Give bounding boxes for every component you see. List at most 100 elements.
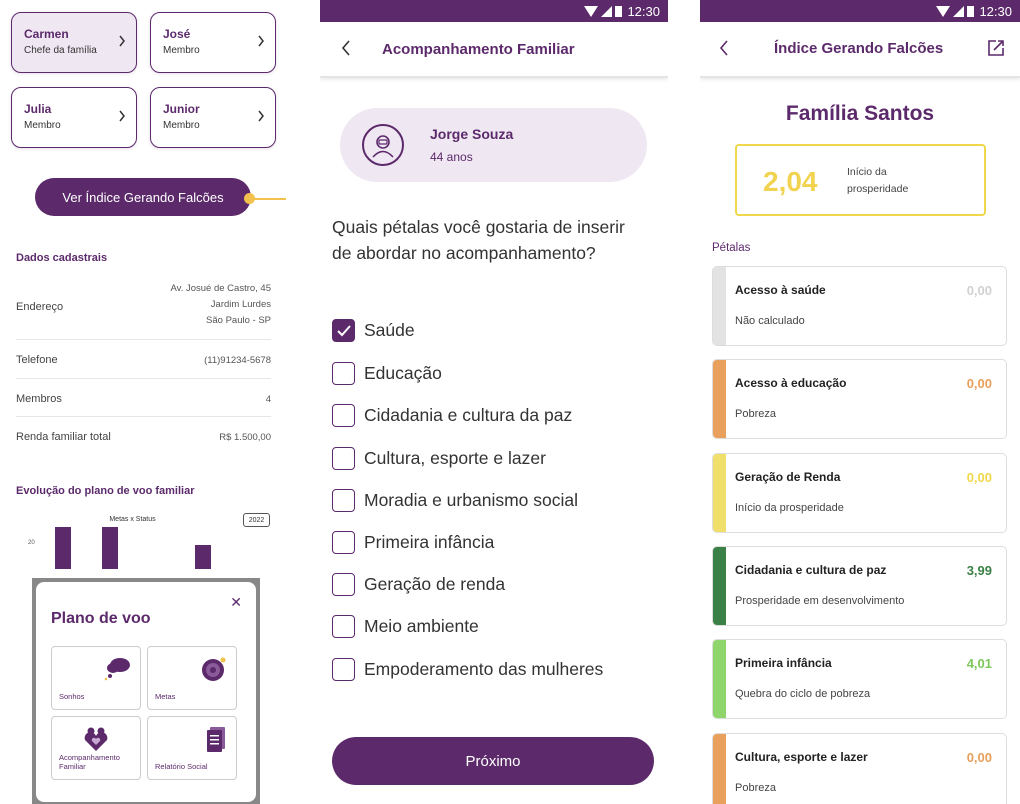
checkbox[interactable] <box>332 489 355 512</box>
app-bar: Acompanhamento Familiar <box>320 22 668 78</box>
petal-strip <box>713 547 726 625</box>
chevron-right-icon <box>258 35 264 47</box>
profile-card: Jorge Souza 44 anos <box>340 108 647 182</box>
next-button[interactable]: Próximo <box>332 737 654 785</box>
member-name: Julia <box>24 102 52 116</box>
chart-title: Metas x Status <box>109 516 156 523</box>
petal-card[interactable]: Cidadania e cultura de paz 3,99 Prosperi… <box>712 546 1007 626</box>
checkbox[interactable] <box>332 362 355 385</box>
petal-value: 0,00 <box>966 376 992 391</box>
member-card-carmen[interactable]: Carmen Chefe da família <box>11 12 137 73</box>
app-bar: Índice Gerando Falcões <box>700 22 1020 78</box>
option-geracao-renda[interactable]: Geração de renda <box>332 573 505 596</box>
renda-label: Renda familiar total <box>16 431 111 443</box>
petal-card[interactable]: Acesso à saúde 0,00 Não calculado <box>712 266 1007 346</box>
petal-status: Prosperidade em desenvolvimento <box>735 595 905 607</box>
option-moradia[interactable]: Moradia e urbanismo social <box>332 489 578 512</box>
renda-value: R$ 1.500,00 <box>219 432 271 443</box>
status-icons <box>936 5 975 17</box>
member-role: Membro <box>24 120 61 131</box>
chevron-left-icon <box>341 40 350 56</box>
tile-label: Relatório Social <box>155 762 208 771</box>
tile-label: Acompanhamento Familiar <box>59 753 120 771</box>
chart-bar <box>102 527 118 569</box>
index-label: Início da prosperidade <box>847 166 909 195</box>
endereco-line2: Jardim Lurdes <box>210 299 271 310</box>
family-name: Família Santos <box>785 102 935 125</box>
chart-bar <box>55 527 71 569</box>
option-saude[interactable]: Saúde <box>332 319 415 342</box>
member-role: Membro <box>163 45 200 56</box>
option-label: Educação <box>364 363 442 383</box>
member-role: Membro <box>163 120 200 131</box>
signal-icon <box>953 5 965 17</box>
renda-row: Renda familiar total R$ 1.500,00 <box>16 417 271 457</box>
status-icons <box>584 5 623 17</box>
option-cidadania[interactable]: Cidadania e cultura da paz <box>332 404 572 427</box>
petal-status: Pobreza <box>735 782 776 794</box>
option-label: Geração de renda <box>364 574 506 594</box>
checkbox[interactable] <box>332 531 355 554</box>
member-card-jose[interactable]: José Membro <box>150 12 276 73</box>
ver-indice-button[interactable]: Ver Índice Gerando Falcões <box>35 178 251 216</box>
petal-title: Cidadania e cultura de paz <box>735 563 887 577</box>
member-role: Chefe da família <box>24 45 97 56</box>
petal-card[interactable]: Primeira infância 4,01 Quebra do ciclo d… <box>712 639 1007 719</box>
signal-icon <box>601 5 613 17</box>
checkbox[interactable] <box>332 404 355 427</box>
member-name: José <box>163 27 191 41</box>
membros-value: 4 <box>265 394 271 405</box>
petalas-label: Pétalas <box>712 242 751 254</box>
sheet-title: Plano de voo <box>51 610 151 627</box>
option-primeira-infancia[interactable]: Primeira infância <box>332 531 494 554</box>
checkbox[interactable] <box>332 615 355 638</box>
cloud-dream-icon <box>104 658 130 681</box>
evolucao-title: Evolução do plano de voo familiar <box>16 485 195 497</box>
petal-value: 4,01 <box>966 656 992 671</box>
option-label: Cultura, esporte e lazer <box>364 448 546 468</box>
option-meio-ambiente[interactable]: Meio ambiente <box>332 615 479 638</box>
endereco-value: Av. Josué de Castro, 45 Jardim Lurdes Sã… <box>170 281 271 329</box>
checkbox[interactable] <box>332 447 355 470</box>
petal-card[interactable]: Cultura, esporte e lazer 0,00 Pobreza <box>712 733 1007 804</box>
profile-age: 44 anos <box>430 150 473 164</box>
petal-value: 3,99 <box>966 563 992 578</box>
petal-strip <box>713 267 726 345</box>
close-icon[interactable]: ✕ <box>230 594 242 611</box>
membros-row: Membros 4 <box>16 379 271 417</box>
member-card-junior[interactable]: Junior Membro <box>150 87 276 148</box>
member-card-julia[interactable]: Julia Membro <box>11 87 137 148</box>
external-link-icon[interactable] <box>986 38 1006 58</box>
option-cultura[interactable]: Cultura, esporte e lazer <box>332 447 546 470</box>
endereco-line1: Av. Josué de Castro, 45 <box>170 283 271 294</box>
petal-strip <box>713 640 726 718</box>
option-educacao[interactable]: Educação <box>332 362 442 385</box>
petal-title: Primeira infância <box>735 656 832 670</box>
page-title: Acompanhamento Familiar <box>382 41 575 58</box>
petal-status: Início da prosperidade <box>735 502 844 514</box>
petal-title: Acesso à educação <box>735 376 847 390</box>
checkbox[interactable] <box>332 319 355 342</box>
tile-acompanhamento[interactable]: Acompanhamento Familiar <box>51 716 141 780</box>
year-select[interactable]: 2022 <box>243 513 270 527</box>
petal-card[interactable]: Geração de Renda 0,00 Início da prosperi… <box>712 453 1007 533</box>
petal-status: Pobreza <box>735 408 776 420</box>
chevron-left-icon <box>719 40 728 56</box>
back-button[interactable] <box>712 36 736 60</box>
checkbox[interactable] <box>332 573 355 596</box>
status-time: 12:30 <box>627 3 660 19</box>
tile-relatorio[interactable]: Relatório Social <box>147 716 237 780</box>
petal-strip <box>713 454 726 532</box>
tile-metas[interactable]: Metas <box>147 646 237 710</box>
petal-strip <box>713 360 726 438</box>
back-button[interactable] <box>334 36 358 60</box>
tile-sonhos[interactable]: Sonhos <box>51 646 141 710</box>
avatar <box>362 124 404 166</box>
checkbox[interactable] <box>332 658 355 681</box>
petal-title: Acesso à saúde <box>735 283 826 297</box>
index-summary: 2,04 Início da prosperidade <box>735 144 986 216</box>
petal-card[interactable]: Acesso à educação 0,00 Pobreza <box>712 359 1007 439</box>
endereco-row: Endereço Av. Josué de Castro, 45 Jardim … <box>16 280 271 340</box>
option-empoderamento[interactable]: Empoderamento das mulheres <box>332 658 603 681</box>
family-detail-screen: Carmen Chefe da família José Membro Juli… <box>0 0 300 804</box>
